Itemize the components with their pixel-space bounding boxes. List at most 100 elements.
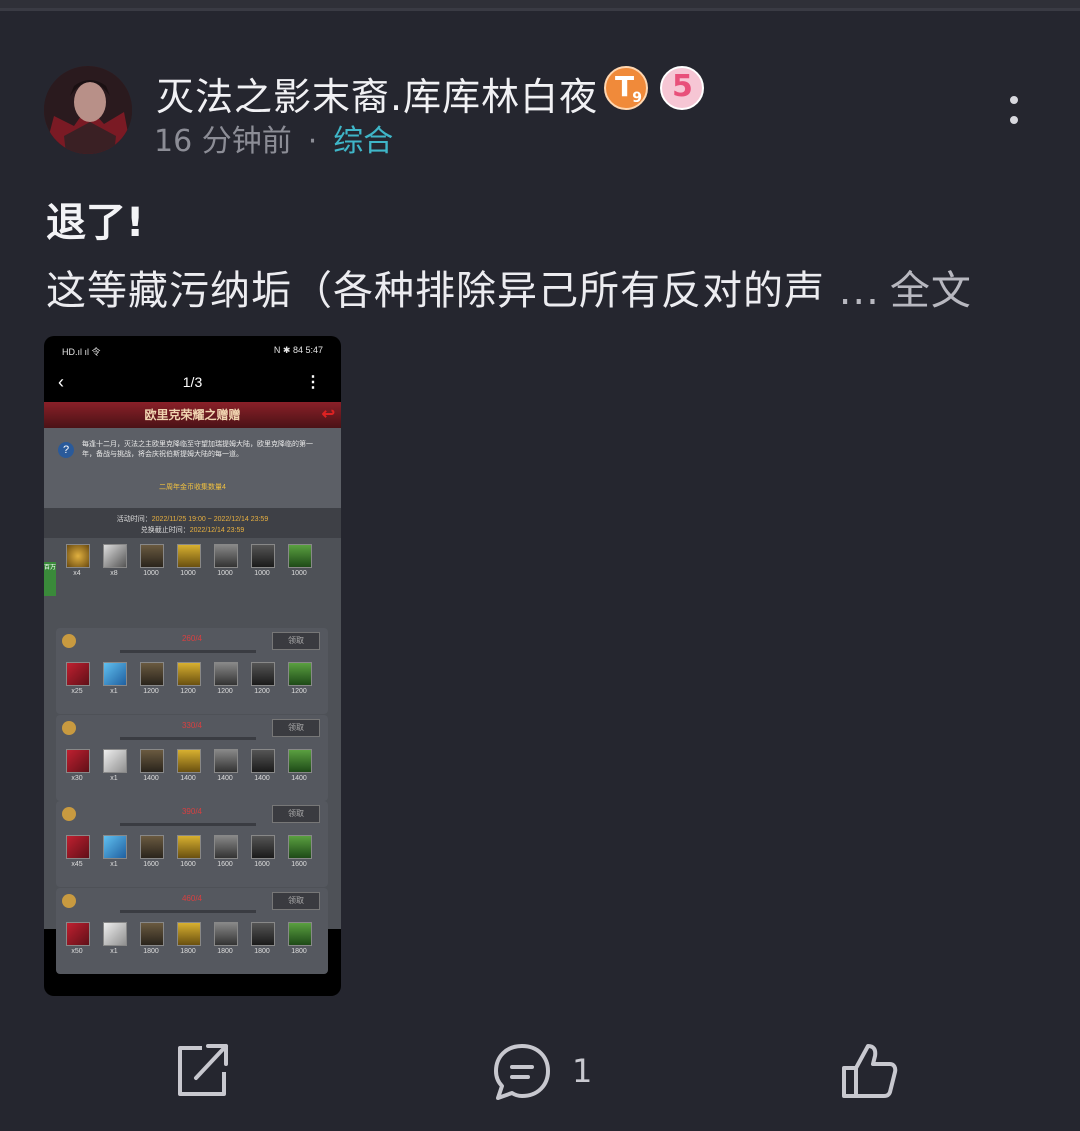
- claim-time-row: 兑换截止时间：2022/12/14 23:59: [44, 525, 341, 535]
- reward-item-qty: 1000: [217, 570, 233, 577]
- reward-item-qty: 1400: [180, 774, 196, 782]
- reward-item-icon: [288, 835, 312, 859]
- reward-item-qty: 1000: [291, 570, 307, 577]
- reward-tier-top: x4 x8 1000 1000 1000 1000 1000: [56, 542, 328, 588]
- reward-item: 1400: [251, 748, 275, 782]
- reward-item: x1: [103, 921, 127, 955]
- reward-item-qty: 1600: [217, 861, 233, 868]
- level-badge-icon[interactable]: T 9: [604, 66, 648, 110]
- reward-item-qty: 1000: [180, 570, 196, 577]
- tier-progress-bar: [120, 909, 256, 913]
- post-category[interactable]: 综合: [333, 124, 393, 159]
- reward-item-icon: [288, 662, 312, 686]
- reward-item-qty: 1600: [291, 861, 307, 868]
- reward-item-icon: [177, 748, 201, 773]
- claim-time-label: 兑换截止时间：: [140, 527, 190, 534]
- reward-item: 1200: [140, 662, 164, 695]
- reward-item-icon: [66, 662, 90, 686]
- author-name[interactable]: 灭法之影末裔.库库林白夜: [156, 66, 598, 119]
- thumbs-up-icon: [842, 1044, 898, 1098]
- reward-item-icon: [66, 921, 90, 946]
- reward-item-qty: 1600: [254, 861, 270, 868]
- reward-item-qty: x1: [110, 688, 118, 695]
- event-time-row: 活动时间：2022/11/25 19:00 ~ 2022/12/14 23:59: [44, 514, 341, 524]
- reward-item-qty: x30: [71, 774, 83, 782]
- post-title[interactable]: 退了!: [46, 190, 144, 248]
- reward-item-qty: 1800: [254, 947, 270, 955]
- reward-item: x30: [66, 748, 90, 782]
- reward-item: x8: [103, 544, 127, 577]
- reward-item: 1400: [177, 748, 201, 782]
- like-button[interactable]: [838, 1040, 902, 1100]
- reward-item-qty: 1200: [254, 688, 270, 695]
- post-image[interactable]: HD.ıl ıl 令 N ✱ 84 5:47 ‹ 1/3 ⋮ 欧里克荣耀之赠赠 …: [44, 336, 341, 996]
- reward-item-icon: [140, 544, 164, 568]
- status-signal: HD.ıl ıl 令: [62, 347, 101, 357]
- reward-item-icon: [214, 748, 238, 773]
- reward-tier: 460/4 领取 x50 x1 1800 1800 1800 1800 1800: [56, 887, 328, 974]
- claim-button: 领取: [272, 891, 320, 910]
- game-title: 欧里克荣耀之赠赠: [144, 408, 241, 422]
- reward-item: 1200: [251, 662, 275, 695]
- reward-tier: 260/4 领取 x25 x1 1200 1200 1200 1200 1200: [56, 628, 328, 714]
- meta-separator: ·: [307, 124, 318, 159]
- reward-item-qty: x8: [110, 570, 118, 577]
- reward-item-icon: [288, 921, 312, 946]
- reward-item: x25: [66, 662, 90, 695]
- post-time: 16 分钟前: [154, 124, 292, 159]
- rank-badge-number: 5: [672, 69, 693, 104]
- phone-status-bar: HD.ıl ıl 令 N ✱ 84 5:47: [44, 336, 341, 364]
- reward-item: 1400: [288, 748, 312, 782]
- tier-progress-bar: [120, 736, 256, 740]
- reward-item-qty: 1200: [291, 688, 307, 695]
- reward-item-qty: x1: [110, 861, 118, 868]
- expand-full-text-link[interactable]: 全文: [890, 268, 972, 314]
- comment-button[interactable]: [490, 1040, 554, 1100]
- reward-item-icon: [177, 921, 201, 946]
- reward-item: 1800: [177, 921, 201, 955]
- reward-item: 1600: [214, 835, 238, 868]
- reward-item-icon: [251, 835, 275, 859]
- reward-item-icon: [214, 662, 238, 686]
- reward-items: x50 x1 1800 1800 1800 1800 1800: [66, 921, 326, 968]
- reward-item: 1000: [140, 544, 164, 577]
- image-page-counter: 1/3: [182, 374, 203, 390]
- reward-item: 1800: [214, 921, 238, 955]
- reward-item-qty: 1200: [180, 688, 196, 695]
- author-avatar[interactable]: [44, 66, 132, 154]
- kebab-dot-icon: [1010, 116, 1018, 124]
- reward-item: 1400: [140, 748, 164, 782]
- reward-item-icon: [140, 835, 164, 859]
- reward-item-qty: x25: [71, 688, 83, 695]
- game-title-bar: 欧里克荣耀之赠赠 ↩: [44, 402, 341, 428]
- reward-item-qty: 1800: [180, 947, 196, 955]
- help-icon: ?: [58, 442, 74, 458]
- reward-item: 1600: [251, 835, 275, 868]
- reward-tier: 390/4 领取 x45 x1 1600 1600 1600 1600 1600: [56, 801, 328, 887]
- reward-item-icon: [66, 748, 90, 773]
- reward-item: 1000: [288, 544, 312, 577]
- top-divider: [0, 8, 1080, 11]
- reward-item-qty: 1400: [291, 774, 307, 782]
- reward-item: x4: [66, 544, 90, 577]
- reward-item-qty: 1000: [254, 570, 270, 577]
- rank-badge-icon[interactable]: 5: [660, 66, 704, 110]
- reward-item-icon: [66, 835, 90, 859]
- reward-item: x1: [103, 748, 127, 782]
- post-meta: 16 分钟前 · 综合: [154, 116, 393, 160]
- reward-item-qty: 1800: [143, 947, 159, 955]
- return-arrow-icon: ↩: [321, 406, 335, 423]
- level-badge-letter: T: [615, 70, 635, 103]
- phone-nav-bar: ‹ 1/3 ⋮: [44, 364, 341, 402]
- reward-item: 1800: [288, 921, 312, 955]
- more-options-button[interactable]: [994, 90, 1034, 134]
- reward-item-icon: [140, 921, 164, 946]
- share-button[interactable]: [172, 1040, 232, 1100]
- post-body-text: 这等藏污纳垢（各种排除异己所有反对的声: [46, 268, 825, 314]
- reward-item: 1600: [288, 835, 312, 868]
- claim-button: 领取: [272, 718, 320, 737]
- reward-item-icon: [177, 544, 201, 568]
- reward-item-qty: x50: [71, 947, 83, 955]
- reward-item: 1800: [140, 921, 164, 955]
- post-body[interactable]: 这等藏污纳垢（各种排除异己所有反对的声 ... 全文: [46, 258, 972, 316]
